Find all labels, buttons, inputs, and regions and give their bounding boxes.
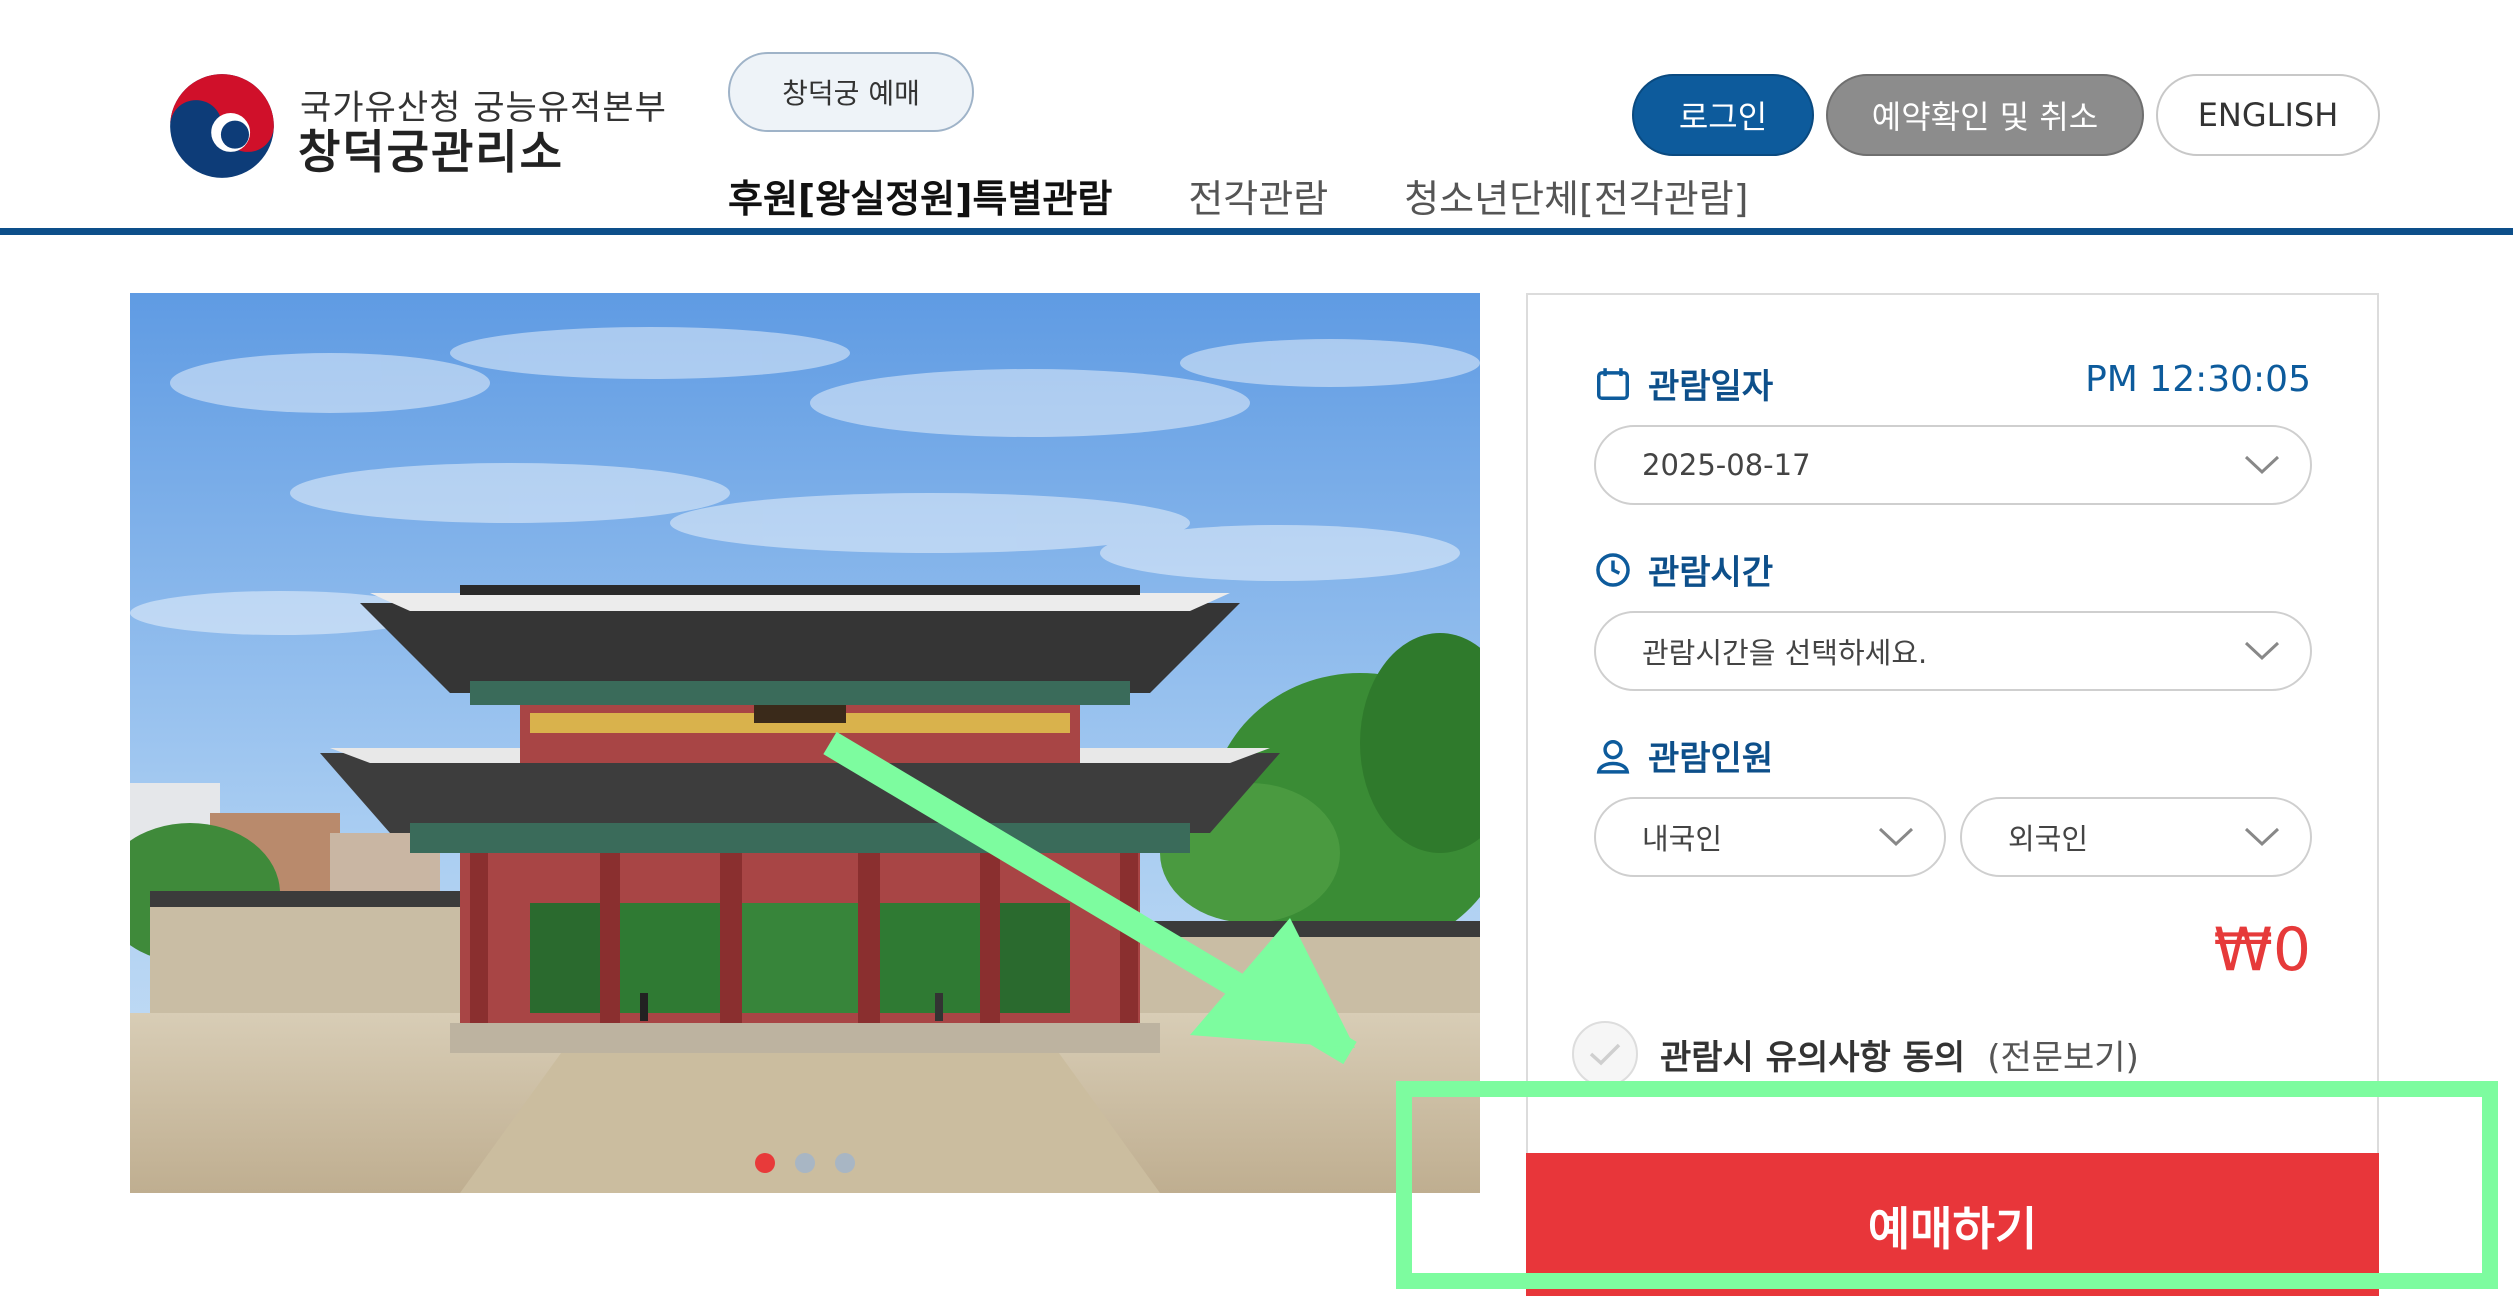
terms-full-text-link[interactable]: (전문보기) <box>1987 1030 2139 1079</box>
nav-item-jeongak[interactable]: 전각관람 <box>1188 168 1328 223</box>
visit-date-label: 관람일자 <box>1594 359 1773 408</box>
visit-time-label: 관람시간 <box>1594 545 1773 594</box>
main-nav: 후원[왕실정원]특별관람 전각관람 청소년단체[전각관람] <box>728 168 1824 223</box>
visit-date-select[interactable]: 2025-08-17 <box>1594 425 2312 505</box>
person-icon <box>1596 739 1630 774</box>
palace-gate-image <box>130 293 1480 1193</box>
clock-icon <box>1596 552 1630 587</box>
terms-agreement: 관람시 유의사항 동의 (전문보기) <box>1572 1021 2139 1087</box>
reservation-check-button[interactable]: 예약확인 및 취소 <box>1826 74 2144 156</box>
foreign-visitor-label: 외국인 <box>2008 822 2089 856</box>
org-title[interactable]: 창덕궁관리소 <box>298 116 564 182</box>
visitor-count-text: 관람인원 <box>1648 739 1774 779</box>
total-price: ₩0 <box>2213 915 2312 985</box>
visit-time-placeholder: 관람시간을 선택하세요. <box>1642 636 1928 670</box>
carousel-image <box>130 293 1480 1193</box>
visit-time-text: 관람시간 <box>1648 553 1774 593</box>
header-divider <box>0 228 2513 235</box>
current-time: PM 12:30:05 <box>2085 359 2311 400</box>
english-button[interactable]: ENGLISH <box>2156 74 2380 156</box>
foreign-visitor-select[interactable]: 외국인 <box>1960 797 2312 877</box>
terms-agree-label: 관람시 유의사항 동의 <box>1660 1037 1966 1078</box>
carousel-dot[interactable] <box>835 1153 855 1173</box>
nav-item-huwon[interactable]: 후원[왕실정원]특별관람 <box>728 168 1112 223</box>
domestic-visitor-label: 내국인 <box>1642 822 1723 856</box>
page: 국가유산청 궁능유적본부 창덕궁관리소 창덕궁 예매 후원[왕실정원]특별관람 … <box>0 0 2513 1296</box>
terms-agree-checkbox[interactable] <box>1572 1021 1638 1087</box>
chevron-down-icon <box>2244 455 2280 475</box>
checkmark-icon <box>1589 1043 1621 1066</box>
visitor-count-label: 관람인원 <box>1594 731 1773 780</box>
domestic-visitor-select[interactable]: 내국인 <box>1594 797 1946 877</box>
taegeuk-logo-icon <box>170 74 274 178</box>
visit-date-text: 관람일자 <box>1648 367 1774 407</box>
annotation-highlight-box <box>1396 1081 2498 1289</box>
carousel-dot[interactable] <box>795 1153 815 1173</box>
visit-date-value: 2025-08-17 <box>1642 448 1811 482</box>
visit-time-select[interactable]: 관람시간을 선택하세요. <box>1594 611 2312 691</box>
calendar-icon <box>1597 367 1629 400</box>
login-button[interactable]: 로그인 <box>1632 74 1814 156</box>
carousel-dots <box>130 1153 1480 1173</box>
chevron-down-icon <box>2244 827 2280 847</box>
carousel-dot[interactable] <box>755 1153 775 1173</box>
chevron-down-icon <box>2244 641 2280 661</box>
chevron-down-icon <box>1878 827 1914 847</box>
changdeok-booking-tab[interactable]: 창덕궁 예매 <box>728 52 974 132</box>
nav-item-youth-group[interactable]: 청소년단체[전각관람] <box>1404 168 1748 223</box>
